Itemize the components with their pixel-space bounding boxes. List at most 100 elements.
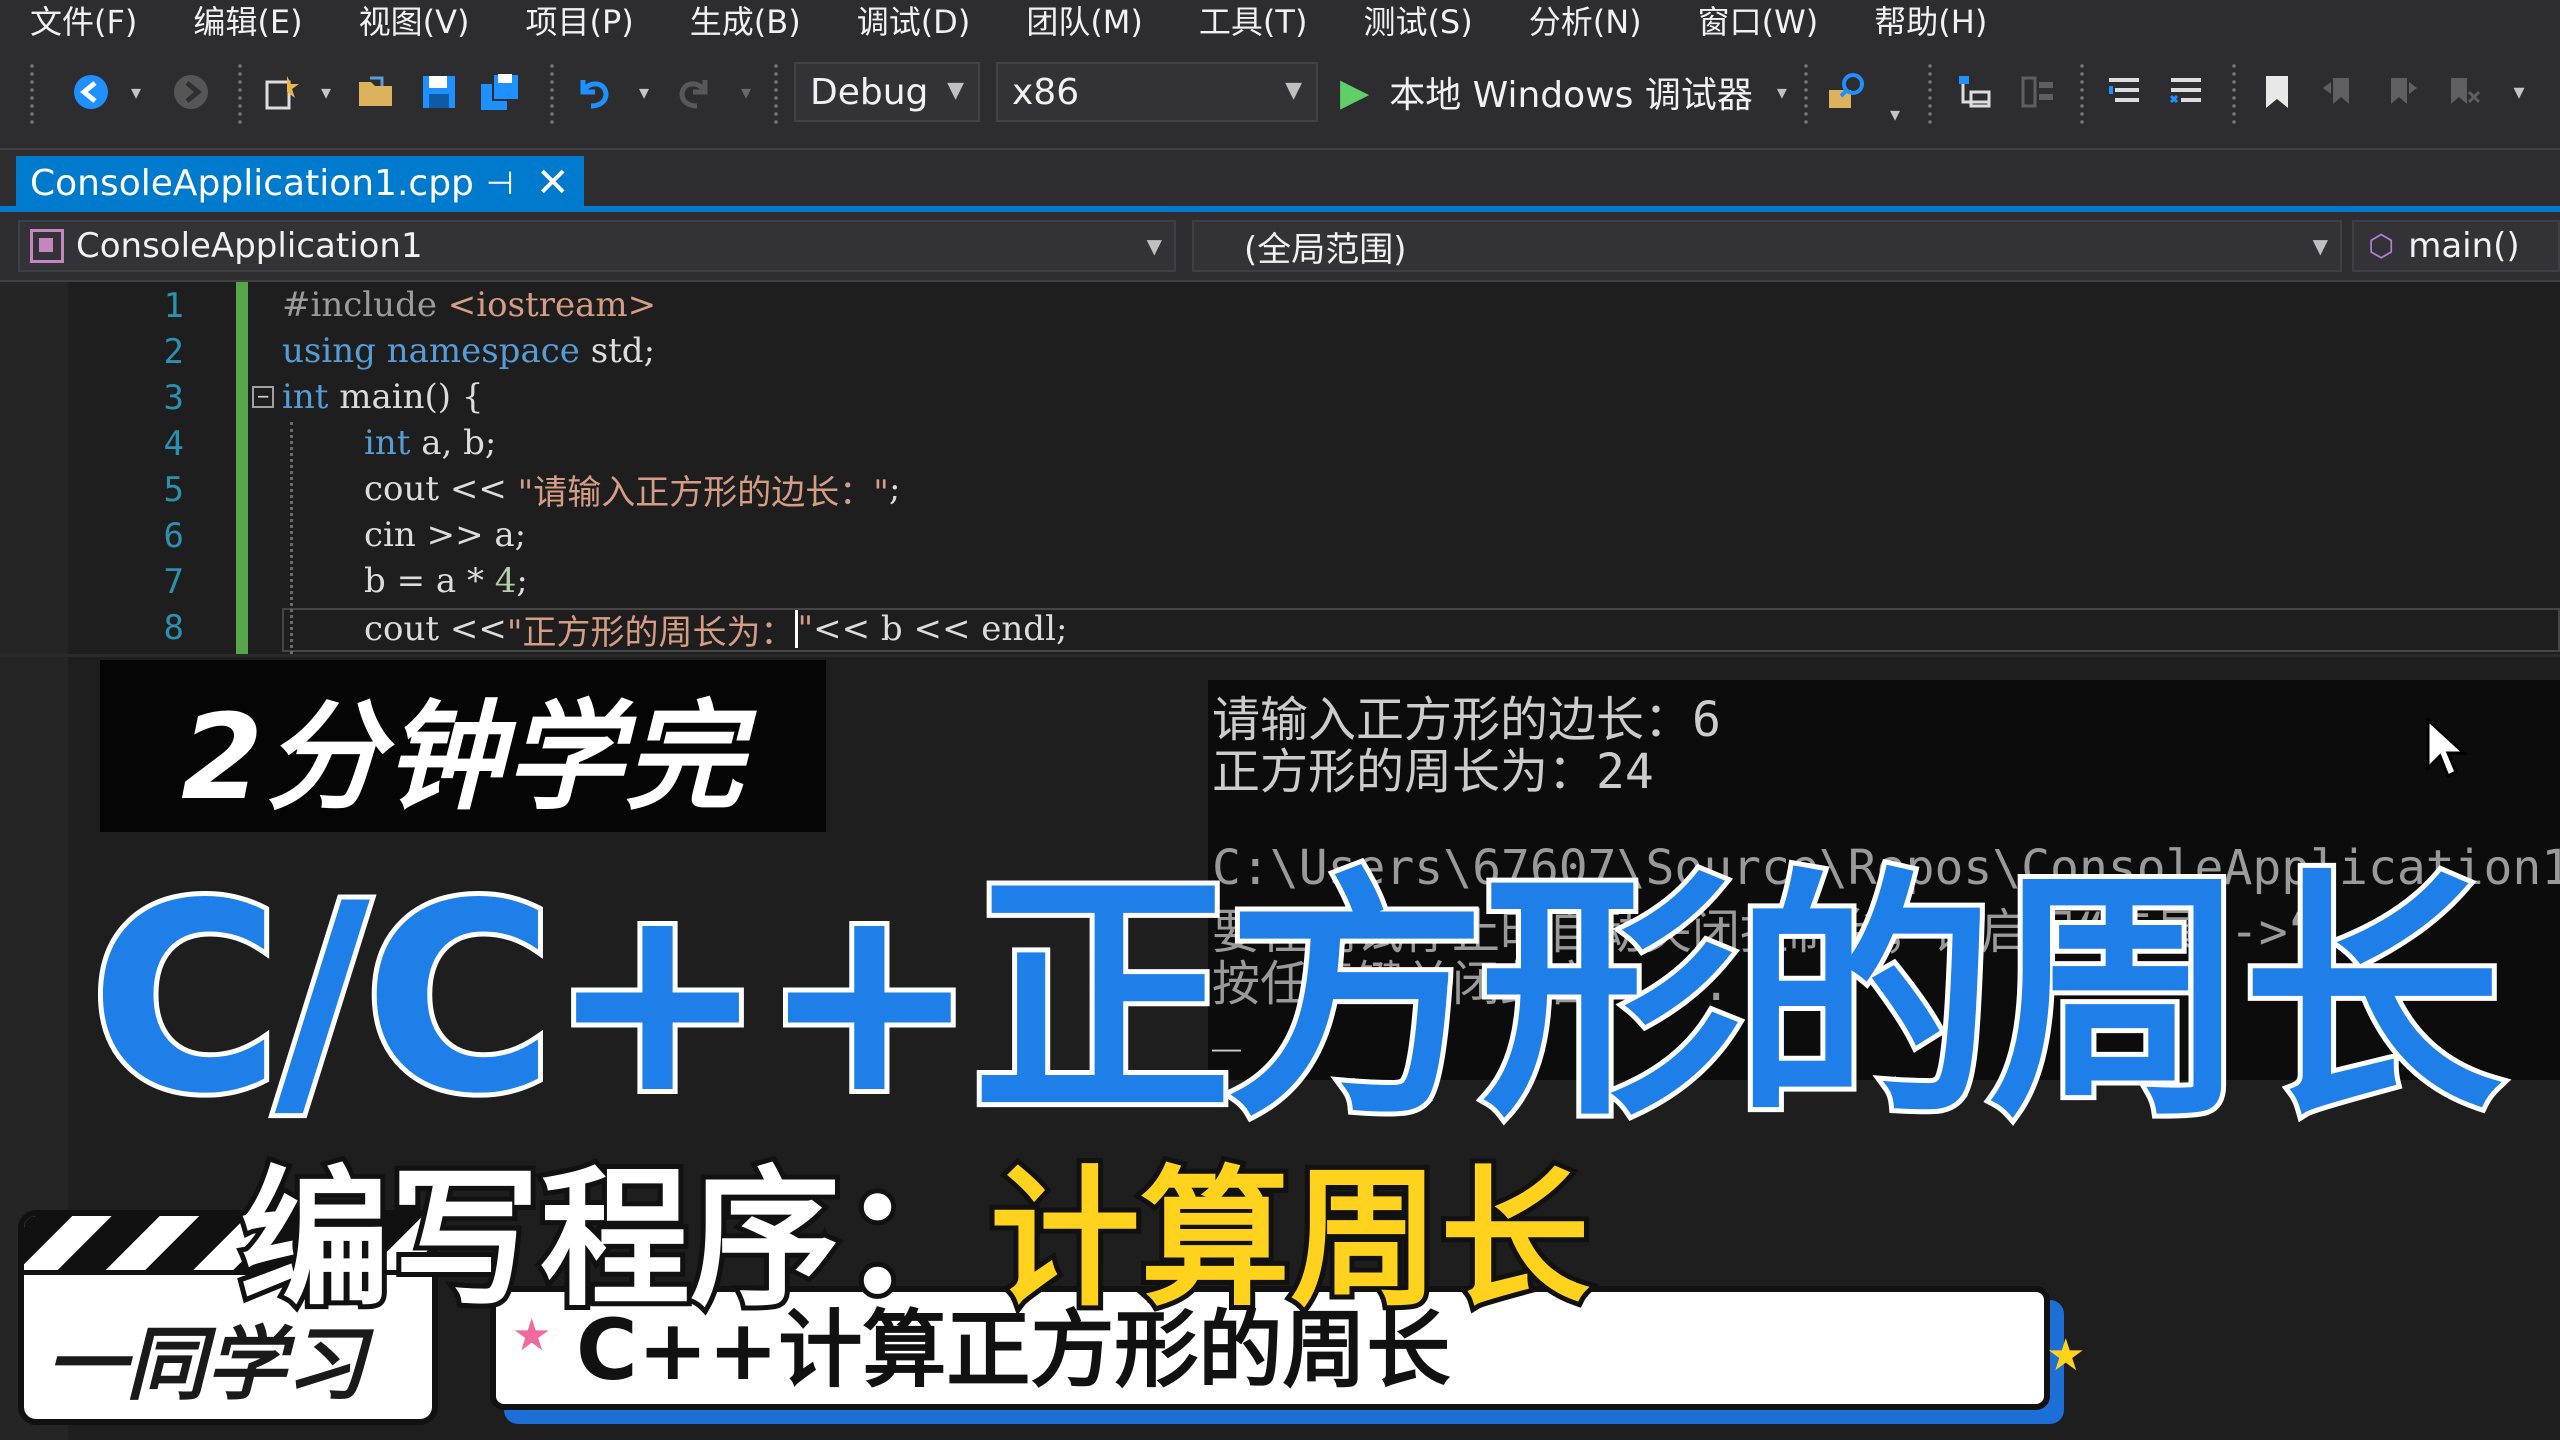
save-icon[interactable]	[414, 68, 464, 116]
chevron-down-icon: ▼	[2312, 234, 2328, 258]
toolbar-grip[interactable]	[28, 62, 36, 126]
forward-icon[interactable]	[166, 68, 216, 116]
toolbar-grip[interactable]	[2078, 62, 2086, 126]
menu-debug[interactable]: 调试(D)	[827, 0, 997, 43]
code-token: b = a *	[364, 561, 495, 601]
new-dropdown-icon[interactable]: ▾	[314, 68, 338, 116]
save-all-icon[interactable]	[476, 68, 526, 116]
menu-build[interactable]: 生成(B)	[660, 0, 827, 43]
menu-test[interactable]: 测试(S)	[1333, 0, 1498, 43]
class-view-icon[interactable]	[2012, 68, 2062, 116]
star-icon: ★	[2046, 1330, 2086, 1381]
menu-team[interactable]: 团队(M)	[996, 0, 1169, 43]
code-line[interactable]: cin >> a;	[364, 512, 526, 558]
code-token: std;	[579, 331, 656, 371]
code-line[interactable]: #include <iostream>	[282, 282, 656, 328]
collapse-icon[interactable]: −	[252, 386, 274, 408]
keyword-token: namespace	[386, 331, 580, 371]
close-icon[interactable]: ✕	[536, 160, 570, 206]
line-number: 1	[163, 286, 184, 326]
redo-icon[interactable]	[670, 68, 720, 116]
toolbar-overflow-icon[interactable]: ▾	[2504, 68, 2534, 116]
tab-label: ConsoleApplication1.cpp	[30, 162, 474, 204]
toolbar-grip[interactable]	[1926, 62, 1934, 126]
tab-consoleapplication1-cpp[interactable]: ConsoleApplication1.cpp ⊣ ✕	[16, 156, 584, 210]
back-dropdown-icon[interactable]: ▾	[124, 68, 148, 116]
platform-select[interactable]: x86 ▼	[996, 62, 1318, 122]
bookmark-icon[interactable]	[2252, 68, 2302, 116]
code-token: ;	[516, 561, 528, 601]
comment-lines-icon[interactable]	[2100, 68, 2150, 116]
project-value: ConsoleApplication1	[76, 226, 423, 266]
string-token: "正方形的周长为：	[506, 612, 795, 653]
member-value: main()	[2408, 226, 2520, 266]
chevron-down-icon[interactable]: ▾	[1777, 80, 1787, 104]
video-subtitle: 编写程序：计算周长	[235, 1155, 1595, 1325]
code-line[interactable]: int a, b;	[364, 420, 496, 466]
member-select[interactable]: ⬡ main()	[2352, 220, 2560, 272]
menu-edit[interactable]: 编辑(E)	[163, 0, 328, 43]
menu-project[interactable]: 项目(P)	[495, 0, 659, 43]
code-line[interactable]: using namespace std;	[282, 328, 655, 374]
console-line: 正方形的周长为：24	[1212, 744, 1654, 800]
undo-icon[interactable]	[568, 68, 618, 116]
include-path-token: <iostream>	[447, 285, 657, 325]
overflow-dropdown-icon[interactable]: ▾	[1882, 90, 1908, 138]
menu-help[interactable]: 帮助(H)	[1844, 0, 2013, 43]
undo-dropdown-icon[interactable]: ▾	[632, 68, 656, 116]
code-token: a, b;	[410, 423, 497, 463]
toolbar-grip[interactable]	[1802, 62, 1810, 126]
change-tracking-bar	[236, 282, 248, 654]
editor-divider	[0, 654, 2560, 657]
code-line[interactable]: cout << "正方形的周长为： " << b << endl;	[364, 606, 1067, 653]
number-token: 4	[494, 561, 517, 601]
chevron-down-icon: ▼	[1146, 234, 1162, 258]
subtitle-yellow: 计算周长	[985, 1153, 1595, 1327]
code-line[interactable]: cout << "请输入正方形的边长：";	[364, 466, 900, 513]
menu-file[interactable]: 文件(F)	[0, 0, 163, 43]
pin-icon[interactable]: ⊣	[486, 164, 514, 202]
back-icon[interactable]	[66, 68, 116, 116]
string-token: "	[797, 609, 814, 649]
duration-badge: 2分钟学完	[100, 660, 826, 832]
code-token: cin >> a;	[364, 515, 527, 555]
document-tabs: ConsoleApplication1.cpp ⊣ ✕	[0, 150, 2560, 210]
find-in-files-icon[interactable]	[1820, 68, 1876, 116]
line-number: 6	[163, 516, 184, 556]
chevron-down-icon: ▼	[1285, 78, 1302, 103]
line-number: 2	[163, 332, 184, 372]
code-line[interactable]: int main() {	[282, 374, 484, 420]
menu-view[interactable]: 视图(V)	[329, 0, 496, 43]
start-debugging-button[interactable]: ▶ 本地 Windows 调试器 ▾	[1340, 62, 1787, 122]
line-number: 4	[163, 424, 184, 464]
next-bookmark-icon[interactable]	[2376, 68, 2426, 116]
toolbar-grip[interactable]	[548, 62, 556, 126]
new-project-icon[interactable]	[256, 68, 306, 116]
toolbar: ▾ ▾ ▾ ▾ Debug ▼ x86 ▼ ▶ 本地 Windows 调试器 ▾…	[0, 40, 2560, 150]
scope-select[interactable]: (全局范围) ▼	[1192, 220, 2342, 272]
toolbar-grip[interactable]	[772, 62, 780, 126]
method-icon: ⬡	[2368, 228, 2395, 264]
code-token: cout <<	[364, 609, 507, 649]
indent-guide	[290, 422, 293, 654]
code-line[interactable]: b = a * 4;	[364, 558, 528, 604]
line-number: 8	[163, 608, 184, 648]
menu-tools[interactable]: 工具(T)	[1169, 0, 1334, 43]
menu-window[interactable]: 窗口(W)	[1668, 0, 1845, 43]
uncomment-lines-icon[interactable]	[2162, 68, 2212, 116]
toolbar-grip[interactable]	[236, 62, 244, 126]
solution-explorer-icon[interactable]	[1950, 68, 2000, 116]
play-icon: ▶	[1340, 70, 1370, 114]
redo-dropdown-icon[interactable]: ▾	[734, 68, 758, 116]
prev-bookmark-icon[interactable]	[2314, 68, 2364, 116]
clear-bookmarks-icon[interactable]	[2438, 68, 2488, 116]
line-number: 7	[163, 562, 184, 602]
project-select[interactable]: ConsoleApplication1 ▼	[18, 220, 1176, 272]
menu-analyze[interactable]: 分析(N)	[1499, 0, 1668, 43]
keyword-token: int	[364, 423, 411, 463]
keyword-token: using	[282, 331, 376, 371]
toolbar-grip[interactable]	[2230, 62, 2238, 126]
code-token: cout <<	[364, 469, 518, 509]
open-folder-icon[interactable]	[352, 68, 402, 116]
configuration-select[interactable]: Debug ▼	[794, 62, 980, 122]
